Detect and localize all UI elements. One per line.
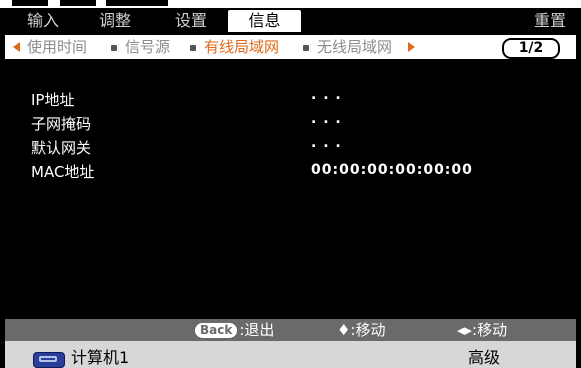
subnav-item-wired-lan[interactable]: 有线局域网 [190,35,279,59]
help-move-leftright: ◂▸:移动 [457,321,508,339]
help-back: Back:退出 [195,319,274,341]
menu-mode-label: 高级 [468,348,501,367]
mac-address-value: 00:00:00:00:00:00 [311,162,473,178]
subnet-mask-value: . . . [311,111,342,127]
tab-info[interactable]: 信息 [228,10,301,32]
ip-address-value: . . . [311,87,342,103]
default-gateway-label: 默认网关 [31,139,92,157]
top-strip [0,0,581,8]
bullet-icon [303,44,309,51]
page-indicator: 1/2 [502,38,560,59]
arrow-right-icon[interactable] [408,42,415,52]
help-bar: Back:退出 ♦:移动 ◂▸:移动 [5,319,576,341]
ip-address-label: IP地址 [31,91,75,109]
reset-button[interactable]: 重置 [534,10,566,32]
subnav-item-wireless-lan[interactable]: 无线局域网 [303,35,392,59]
bullet-icon [111,44,117,51]
arrow-left-icon[interactable] [13,42,20,52]
subnav-item-signal-source[interactable]: 信号源 [111,35,170,59]
back-key-icon: Back [195,323,238,338]
subnav-item-usage-time[interactable]: 使用时间 [27,35,87,59]
tab-input[interactable]: 输入 [27,10,59,32]
tab-settings[interactable]: 设置 [175,10,207,32]
subnet-mask-label: 子网掩码 [31,115,92,133]
computer-source-icon [33,352,65,368]
mac-address-label: MAC地址 [31,163,95,181]
wired-lan-info-panel: IP地址 . . . 子网掩码 . . . 默认网关 . . . MAC地址 0… [5,59,576,319]
bullet-icon [190,44,196,51]
current-source-label: 计算机1 [71,348,130,367]
tab-adjust[interactable]: 调整 [99,10,131,32]
info-subnav: 使用时间 信号源 有线局域网 无线局域网 1/2 [5,35,576,59]
osd-menu: 输入 调整 设置 信息 重置 使用时间 信号源 有线局域网 无线局域网 1/2 … [5,8,576,368]
help-move-updown: ♦:移动 [337,321,386,339]
default-gateway-value: . . . [311,135,342,151]
status-bar: 计算机1 高级 [5,341,576,368]
menu-tab-bar: 输入 调整 设置 信息 重置 [5,8,576,32]
